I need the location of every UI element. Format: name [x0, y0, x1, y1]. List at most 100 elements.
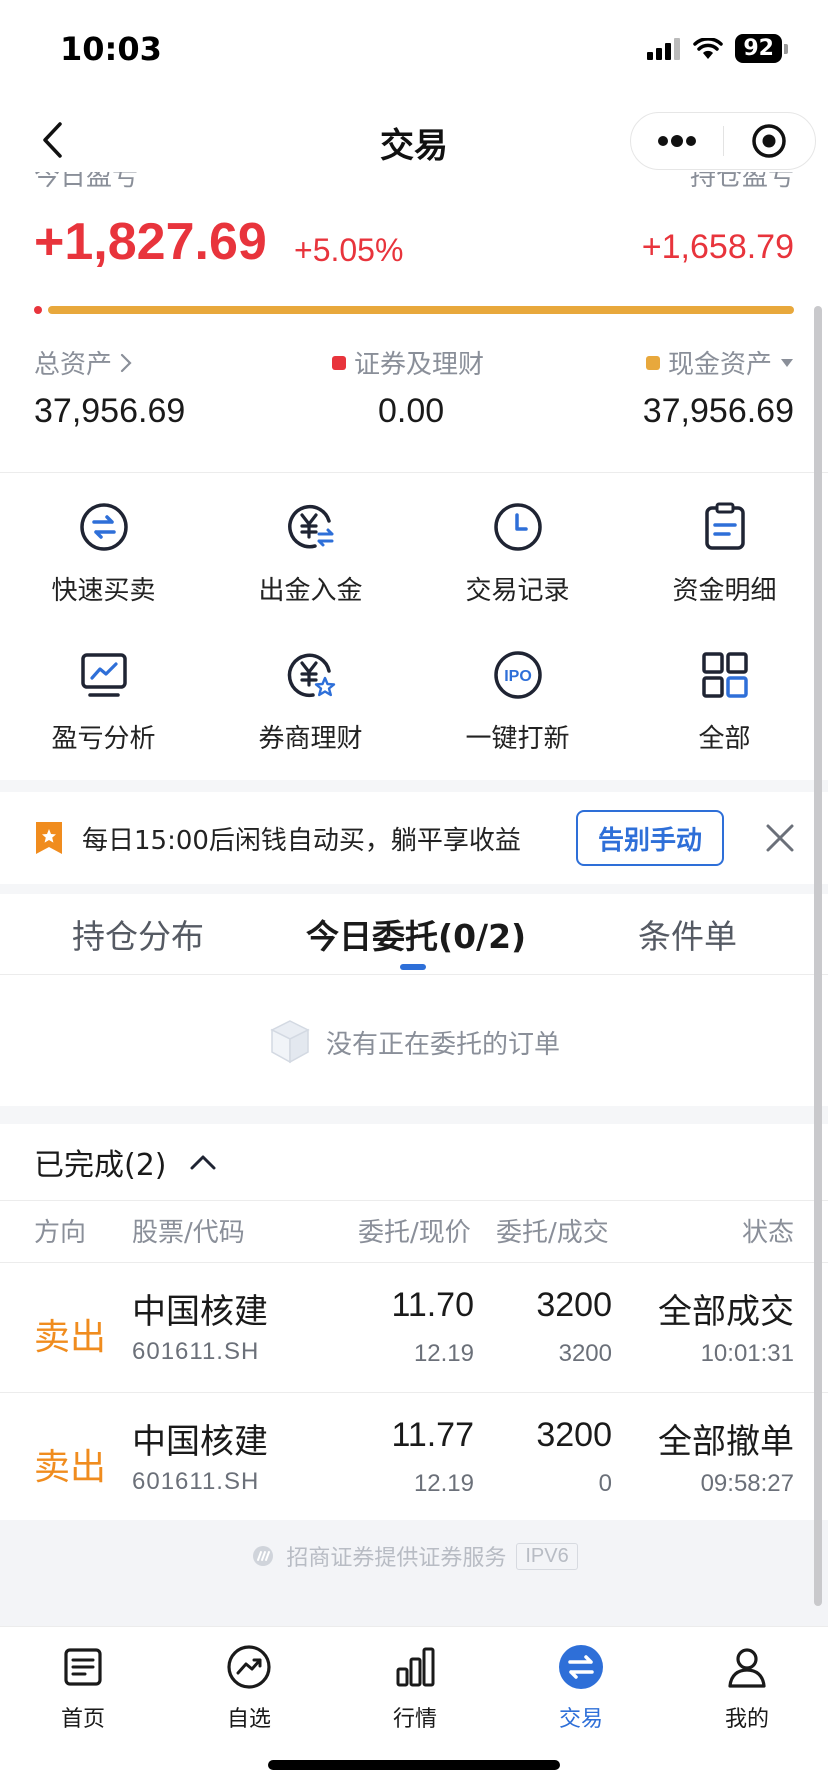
quick-trade-button[interactable]: 快速买卖: [0, 500, 207, 620]
empty-orders-state: 没有正在委托的订单: [0, 1012, 828, 1072]
securities-legend: 证券及理财: [332, 344, 484, 381]
header-stock-code: 股票/代码: [132, 1218, 245, 1248]
more-button[interactable]: [631, 113, 723, 169]
tabbar-trade[interactable]: 交易: [498, 1641, 664, 1733]
deposit-withdraw-button[interactable]: 出金入金: [207, 500, 414, 620]
chevron-right-icon: [120, 353, 132, 372]
order-direction: 卖出: [34, 1317, 107, 1358]
stock-code: 601611.SH: [132, 1468, 260, 1495]
battery-tip: [784, 43, 788, 54]
status-bar: 10:03 92: [0, 0, 828, 100]
order-direction: 卖出: [34, 1447, 107, 1488]
tabbar-trade-label: 交易: [558, 1707, 603, 1732]
nav-bar: 交易: [0, 100, 828, 180]
today-pnl-value: +1,827.69: [34, 213, 267, 271]
asset-labels: 总资产 证券及理财 现金资产: [34, 344, 794, 381]
securities-dot: [332, 355, 346, 370]
total-assets-value: 37,956.69: [34, 392, 186, 430]
cash-dot: [645, 355, 660, 370]
bar-chart-icon: [389, 1641, 441, 1693]
close-icon[interactable]: [760, 818, 800, 858]
trade-history-label: 交易记录: [465, 576, 570, 606]
completed-toggle[interactable]: 已完成(2): [34, 1140, 217, 1184]
status-icons: 92: [647, 34, 788, 63]
footer-content: 招商证券提供证券服务 IPV6: [0, 1540, 828, 1572]
yuan-star-icon: [284, 648, 338, 702]
trade-history-button[interactable]: 交易记录: [414, 500, 621, 620]
empty-orders-text: 没有正在委托的订单: [325, 1029, 560, 1060]
tabbar-market-label: 行情: [392, 1707, 437, 1732]
fund-details-button[interactable]: 资金明细: [621, 500, 828, 620]
table-row[interactable]: 卖出 中国核建 601611.SH 11.77 12.19 3200 0 全部撤…: [0, 1392, 828, 1522]
deposit-withdraw-label: 出金入金: [258, 576, 363, 606]
securities-segment: [34, 306, 42, 314]
home-indicator[interactable]: [268, 1760, 560, 1770]
trade-swap-icon: [555, 1641, 607, 1693]
more-dots-icon: [657, 135, 696, 147]
wifi-icon: [693, 37, 724, 59]
grid-icon: [698, 648, 752, 702]
ipv6-badge: IPV6: [516, 1542, 578, 1570]
target-circle-icon: [752, 124, 786, 158]
tabbar-watchlist[interactable]: 自选: [166, 1641, 332, 1733]
svg-text:IPO: IPO: [504, 668, 532, 685]
tabbar-market[interactable]: 行情: [332, 1641, 498, 1733]
current-price: 12.19: [413, 1340, 474, 1367]
filled-quantity: 0: [598, 1470, 612, 1497]
pnl-analysis-label: 盈亏分析: [51, 724, 156, 754]
broker-wealth-button[interactable]: 券商理财: [207, 648, 414, 768]
person-icon: [721, 1641, 773, 1693]
total-assets-link[interactable]: 总资产: [34, 344, 132, 381]
stock-name: 中国核建: [132, 1292, 268, 1332]
asset-values: 37,956.69 0.00 37,956.69: [34, 392, 794, 436]
tab-holdings-distribution[interactable]: 持仓分布: [72, 910, 204, 958]
broker-wealth-label: 券商理财: [258, 724, 363, 754]
caret-down-icon: [781, 358, 793, 367]
promo-banner: 每日15:00后闲钱自动买，躺平享收益 告别手动: [0, 792, 828, 884]
today-pnl-percent: +5.05%: [294, 232, 404, 268]
fund-details-label: 资金明细: [672, 576, 777, 606]
header-status: 状态: [741, 1218, 794, 1248]
battery-level: 92: [735, 34, 782, 63]
securities-label: 证券及理财: [354, 350, 485, 380]
order-price: 11.77: [391, 1416, 474, 1454]
table-row[interactable]: 卖出 中国核建 601611.SH 11.70 12.19 3200 3200 …: [0, 1262, 828, 1392]
header-direction: 方向: [34, 1218, 87, 1248]
header-order-current-price: 委托/现价: [358, 1218, 471, 1248]
tab-today-orders[interactable]: 今日委托(0/2): [306, 910, 526, 958]
stock-code: 601611.SH: [132, 1338, 260, 1365]
tab-conditional-orders[interactable]: 条件单: [638, 910, 737, 958]
tabbar-profile[interactable]: 我的: [664, 1641, 828, 1733]
hold-pnl-label: 持仓盈亏: [689, 172, 794, 188]
all-functions-button[interactable]: 全部: [621, 648, 828, 768]
chart-monitor-icon: [77, 648, 131, 702]
cash-label: 现金资产: [667, 350, 772, 380]
cash-legend-dropdown[interactable]: 现金资产: [645, 344, 794, 381]
active-tab-indicator: [400, 964, 426, 970]
completed-title: 已完成(2): [34, 1148, 167, 1183]
tabs-divider: [0, 974, 828, 975]
header-order-filled-qty: 委托/成交: [496, 1218, 609, 1248]
page-scrollbar[interactable]: [814, 306, 822, 1606]
trend-icon: [223, 1641, 275, 1693]
ipo-subscribe-button[interactable]: IPO 一键打新: [414, 648, 621, 768]
order-price: 11.70: [391, 1286, 474, 1324]
tabbar-home-label: 首页: [60, 1707, 105, 1732]
mini-program-capsule: [630, 112, 816, 170]
promo-text: 每日15:00后闲钱自动买，躺平享收益: [82, 826, 521, 856]
order-quantity: 3200: [536, 1286, 612, 1324]
signal-icon: [647, 37, 681, 60]
clipboard-icon: [698, 500, 752, 554]
securities-value: 0.00: [378, 392, 445, 430]
pnl-summary: +1,827.69 +5.05% +1,658.79: [34, 212, 794, 276]
order-tabs: 持仓分布 今日委托(0/2) 条件单: [0, 894, 828, 974]
close-miniprogram-button[interactable]: [724, 113, 816, 169]
tabbar-home[interactable]: 首页: [0, 1641, 166, 1733]
scrolled-pnl-labels: 今日盈亏 持仓盈亏: [34, 172, 794, 188]
filled-quantity: 3200: [558, 1340, 612, 1367]
cash-value: 37,956.69: [642, 392, 794, 430]
total-assets-label: 总资产: [34, 350, 113, 380]
order-status: 全部成交: [658, 1292, 794, 1332]
pnl-analysis-button[interactable]: 盈亏分析: [0, 648, 207, 768]
promo-action-button[interactable]: 告别手动: [576, 810, 724, 866]
